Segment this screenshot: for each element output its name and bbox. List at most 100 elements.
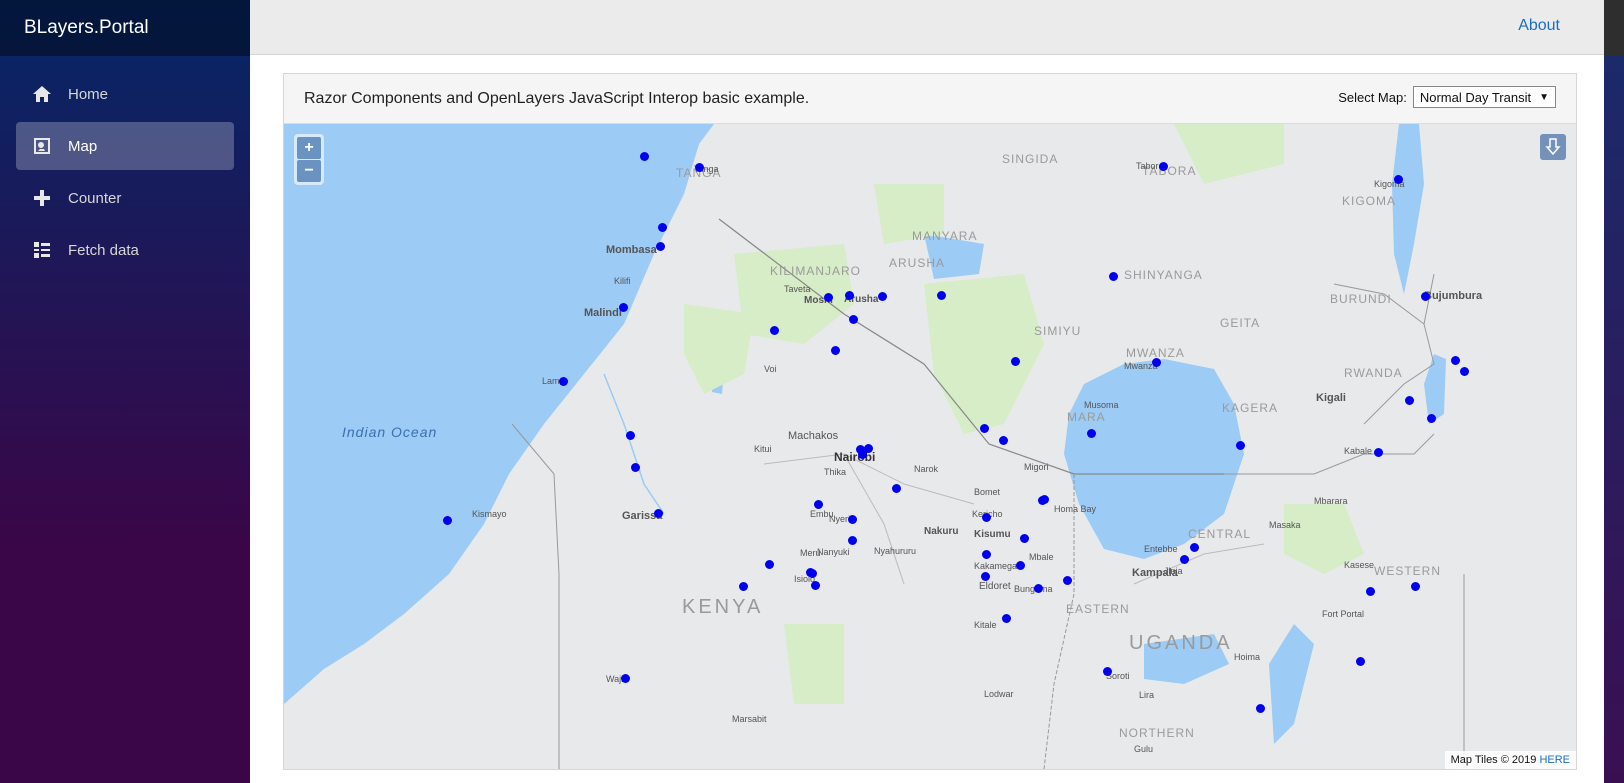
map-marker[interactable]: [625, 430, 635, 440]
map-marker[interactable]: [1459, 366, 1469, 376]
map-canvas[interactable]: Indian Ocean KENYA UGANDA TANGA SINGIDA …: [284, 124, 1576, 769]
place-label: Kismayo: [472, 509, 507, 519]
map-marker[interactable]: [1393, 174, 1403, 184]
map-marker[interactable]: [1404, 395, 1414, 405]
map-marker[interactable]: [1450, 355, 1460, 365]
map-marker[interactable]: [810, 580, 820, 590]
place-label: Kabale: [1344, 446, 1373, 456]
map-marker[interactable]: [877, 291, 887, 301]
sidebar-item-home[interactable]: Home: [16, 70, 234, 118]
map-marker[interactable]: [936, 290, 946, 300]
sidebar-item-label: Fetch data: [68, 241, 139, 259]
map-marker[interactable]: [620, 673, 630, 683]
map-marker[interactable]: [1235, 440, 1245, 450]
brand-title[interactable]: BLayers.Portal: [0, 0, 250, 56]
place-label: Musoma: [1084, 400, 1119, 410]
map-marker[interactable]: [764, 559, 774, 569]
map-marker[interactable]: [1355, 656, 1365, 666]
sidebar-item-counter[interactable]: Counter: [16, 174, 234, 222]
map-marker[interactable]: [1365, 586, 1375, 596]
map-marker[interactable]: [830, 345, 840, 355]
map-marker[interactable]: [1410, 581, 1420, 591]
zoom-out-button[interactable]: −: [297, 160, 321, 182]
sidebar: BLayers.Portal Home Map Counter Fetch da…: [0, 0, 250, 783]
map-marker[interactable]: [1158, 161, 1168, 171]
place-label: Voi: [764, 364, 777, 374]
region-label: EASTERN: [1066, 602, 1130, 616]
map-marker[interactable]: [979, 423, 989, 433]
region-label: WESTERN: [1374, 564, 1441, 578]
map-marker[interactable]: [655, 241, 665, 251]
region-label: NORTHERN: [1119, 726, 1195, 740]
country-label-uganda: UGANDA: [1129, 632, 1233, 654]
place-label: Migori: [1024, 462, 1049, 472]
map-marker[interactable]: [1179, 554, 1189, 564]
map-marker[interactable]: [1189, 542, 1199, 552]
map-marker[interactable]: [981, 549, 991, 559]
map-marker[interactable]: [844, 290, 854, 300]
map-marker[interactable]: [1151, 357, 1161, 367]
sidebar-item-map[interactable]: Map: [16, 122, 234, 170]
map-marker[interactable]: [1019, 533, 1029, 543]
place-label: Homa Bay: [1054, 504, 1097, 514]
place-label: Thika: [824, 467, 847, 477]
map-marker[interactable]: [653, 508, 663, 518]
region-label: SIMIYU: [1034, 324, 1082, 338]
place-label: Kigali: [1316, 392, 1346, 404]
zoom-in-button[interactable]: +: [297, 137, 321, 159]
place-label: Lira: [1139, 690, 1155, 700]
window-scrollbar[interactable]: [1604, 0, 1624, 783]
map-marker[interactable]: [980, 571, 990, 581]
zoom-controls: + −: [294, 134, 324, 185]
map-marker[interactable]: [738, 581, 748, 591]
attribution-link[interactable]: HERE: [1539, 754, 1570, 766]
map-marker[interactable]: [630, 462, 640, 472]
map-marker[interactable]: [1062, 575, 1072, 585]
map-marker[interactable]: [1039, 494, 1049, 504]
place-label: Kakamega: [974, 561, 1018, 571]
region-label: RWANDA: [1344, 366, 1403, 380]
map-marker[interactable]: [847, 514, 857, 524]
region-label: KIGOMA: [1342, 194, 1397, 208]
map-marker[interactable]: [891, 483, 901, 493]
map-marker[interactable]: [1102, 666, 1112, 676]
place-label: Narok: [914, 464, 939, 474]
map-marker[interactable]: [813, 499, 823, 509]
scrollbar-track[interactable]: [1604, 55, 1624, 783]
plus-icon: [32, 188, 52, 208]
map-marker[interactable]: [848, 314, 858, 324]
map-marker[interactable]: [657, 222, 667, 232]
map-marker[interactable]: [1001, 613, 1011, 623]
map-marker[interactable]: [1015, 560, 1025, 570]
map-marker[interactable]: [442, 515, 452, 525]
download-button[interactable]: [1540, 134, 1566, 160]
map-marker[interactable]: [694, 162, 704, 172]
map-marker[interactable]: [847, 535, 857, 545]
map-marker[interactable]: [981, 512, 991, 522]
map-marker[interactable]: [769, 325, 779, 335]
place-label: Hoima: [1234, 652, 1261, 662]
region-label: GEITA: [1220, 316, 1261, 330]
map-marker[interactable]: [618, 302, 628, 312]
place-label: Fort Portal: [1322, 609, 1365, 619]
map-marker[interactable]: [558, 376, 568, 386]
map-marker[interactable]: [805, 567, 815, 577]
map-marker[interactable]: [998, 435, 1008, 445]
map-marker[interactable]: [1426, 413, 1436, 423]
map-marker[interactable]: [1033, 583, 1043, 593]
map-marker[interactable]: [1255, 703, 1265, 713]
sidebar-item-fetch-data[interactable]: Fetch data: [16, 226, 234, 274]
region-label: KILIMANJARO: [770, 264, 862, 278]
map-marker[interactable]: [1373, 447, 1383, 457]
map-marker[interactable]: [1086, 428, 1096, 438]
map-marker[interactable]: [1420, 291, 1430, 301]
map-marker[interactable]: [823, 292, 833, 302]
place-label: Malindi: [584, 307, 622, 319]
map-marker[interactable]: [1108, 271, 1118, 281]
map-marker[interactable]: [639, 151, 649, 161]
map-marker[interactable]: [1010, 356, 1020, 366]
about-link[interactable]: About: [1518, 17, 1560, 35]
place-label: Jinja: [1164, 566, 1183, 576]
map-type-select[interactable]: Normal Day Transit ▼: [1412, 86, 1556, 108]
map-marker[interactable]: [857, 449, 867, 459]
